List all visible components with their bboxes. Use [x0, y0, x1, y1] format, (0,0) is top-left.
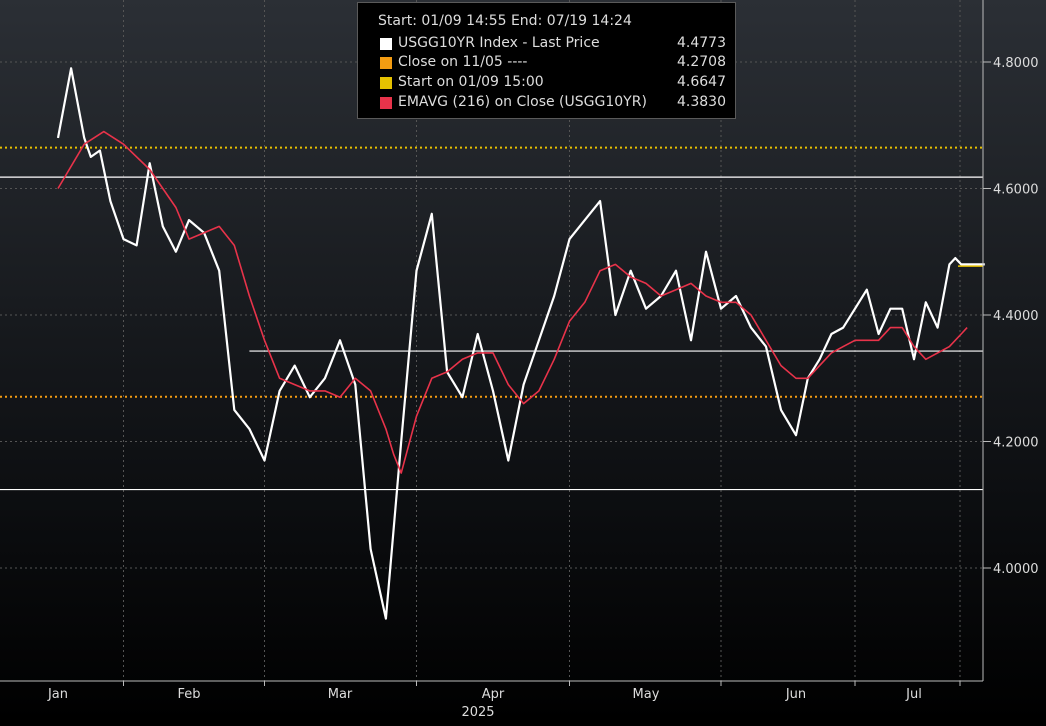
- legend-swatch: [380, 38, 392, 50]
- x-tick-label: Apr: [482, 687, 505, 702]
- x-tick-label: Jun: [785, 687, 806, 702]
- x-tick-label: May: [633, 687, 660, 702]
- y-tick-label: 4.8000: [993, 56, 1039, 71]
- legend-entry: Start on 01/09 15:00 4.6647: [380, 74, 730, 94]
- series-layer: [56, 67, 985, 620]
- reference-lines: [0, 146, 983, 491]
- legend-swatch: [380, 77, 392, 89]
- legend-swatch: [380, 57, 392, 69]
- legend-swatch: [380, 97, 392, 109]
- legend-entry: USGG10YR Index - Last Price 4.4773: [380, 35, 730, 55]
- y-tick-label: 4.6000: [993, 183, 1039, 198]
- y-tick-label: 4.2000: [993, 436, 1039, 451]
- x-year-label: 2025: [461, 705, 494, 720]
- legend-value: 4.2708: [677, 54, 726, 70]
- x-tick-label: Jul: [905, 687, 922, 702]
- legend-value: 4.4773: [677, 35, 726, 51]
- legend-entry: Close on 11/05 ---- 4.2708: [380, 54, 730, 74]
- legend-box: Start: 01/09 14:55 End: 07/19 14:24 USGG…: [357, 2, 736, 119]
- legend-label: USGG10YR Index - Last Price: [398, 35, 600, 51]
- price-series-line: [56, 67, 985, 620]
- legend-entry: EMAVG (216) on Close (USGG10YR) 4.3830: [380, 94, 730, 114]
- x-tick-label: Feb: [177, 687, 200, 702]
- legend-value: 4.6647: [677, 74, 726, 90]
- legend-value: 4.3830: [677, 94, 726, 110]
- ema-series-line: [57, 130, 968, 474]
- legend-label: Start on 01/09 15:00: [398, 74, 544, 90]
- legend-label: Close on 11/05 ----: [398, 54, 528, 70]
- y-tick-label: 4.0000: [993, 562, 1039, 577]
- legend-label: EMAVG (216) on Close (USGG10YR): [398, 94, 647, 110]
- legend-header: Start: 01/09 14:55 End: 07/19 14:24: [378, 13, 632, 29]
- y-tick-label: 4.4000: [993, 309, 1039, 324]
- x-tick-label: Jan: [47, 687, 68, 702]
- x-tick-label: Mar: [328, 687, 353, 702]
- chart-container: 4.8000 4.6000 4.4000 4.2000 4.0000 Jan Feb Mar A…: [0, 0, 1046, 722]
